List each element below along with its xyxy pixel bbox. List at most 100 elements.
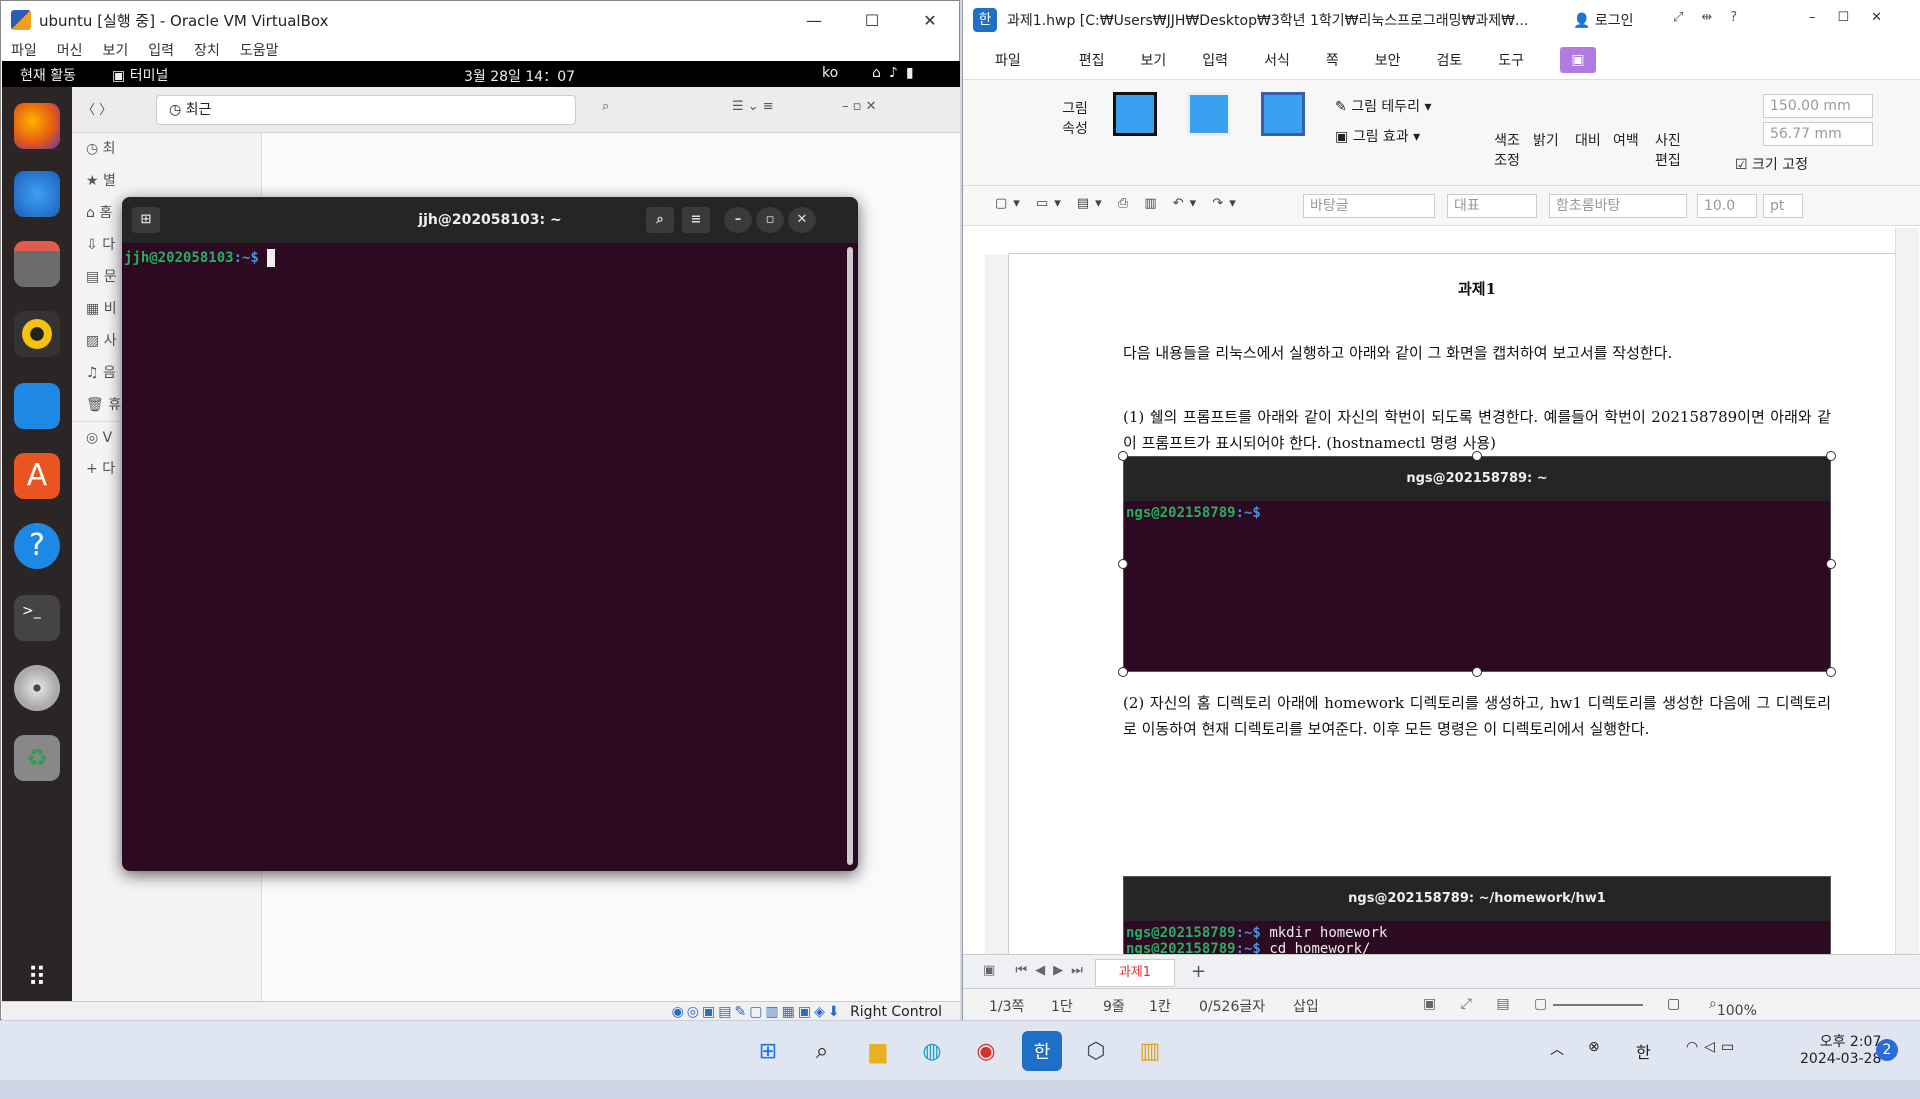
- height-input[interactable]: 56.77 mm: [1763, 122, 1873, 146]
- terminal-window[interactable]: ⊞ jjh@202058103: ~ ⌕ ≡ – ▫ ✕ jjh@2020581…: [122, 197, 858, 871]
- firefox-icon[interactable]: [14, 103, 60, 149]
- font-unit-select[interactable]: pt: [1763, 194, 1803, 218]
- menu-machine[interactable]: 머신: [57, 40, 83, 60]
- terminal-search-icon[interactable]: ⌕: [646, 207, 674, 233]
- zoom-fit-icon[interactable]: ▢: [1667, 996, 1680, 1012]
- picture-tab-icon[interactable]: ▣: [1560, 46, 1597, 73]
- width-input[interactable]: 150.00 mm: [1763, 94, 1873, 118]
- file-tool-icons[interactable]: ▢▾ ▭▾ ▤▾ ⎙ ▥ ↶▾ ↷▾: [995, 196, 1242, 211]
- search-icon[interactable]: ⌕: [602, 99, 609, 114]
- close-icon[interactable]: ✕: [901, 1, 959, 39]
- document-scrollbar[interactable]: [1895, 228, 1919, 954]
- path-bar[interactable]: ◷ 최근: [156, 95, 576, 125]
- resize-handle[interactable]: [1118, 559, 1128, 569]
- menu-devices[interactable]: 장치: [194, 40, 220, 60]
- taskbar-clock[interactable]: 오후 2:07 2024-03-28: [1800, 1031, 1881, 1091]
- file-explorer-icon[interactable]: ▆: [858, 1031, 898, 1071]
- menu-page[interactable]: 쪽: [1326, 50, 1339, 70]
- notification-badge[interactable]: 2: [1876, 1039, 1898, 1061]
- style-select[interactable]: 바탕글: [1303, 194, 1435, 218]
- style-thumbnail[interactable]: [1187, 92, 1231, 136]
- start-icon[interactable]: ⊞: [748, 1031, 788, 1071]
- photo-edit-button[interactable]: 사진 편집: [1655, 130, 1691, 170]
- files-icon[interactable]: [14, 241, 60, 287]
- style-thumbnail[interactable]: [1113, 92, 1157, 136]
- sidebar-item-recent[interactable]: ◷ 최: [72, 133, 261, 165]
- terminal-titlebar[interactable]: ⊞ jjh@202058103: ~ ⌕ ≡ – ▫ ✕: [122, 197, 858, 243]
- sidebar-item-starred[interactable]: ★ 별: [72, 165, 261, 197]
- margin-button[interactable]: 여백: [1613, 130, 1639, 150]
- thunderbird-icon[interactable]: [14, 171, 60, 217]
- tab-document[interactable]: 과제1: [1095, 959, 1175, 987]
- virtualbox-icon[interactable]: ⬡: [1076, 1031, 1116, 1071]
- menu-security[interactable]: 보안: [1375, 50, 1401, 70]
- terminal-scrollbar[interactable]: [847, 247, 853, 865]
- menu-insert[interactable]: 입력: [1202, 50, 1228, 70]
- window-controls[interactable]: – ▫ ✕: [842, 99, 876, 114]
- zoom-level[interactable]: ⌕ 100%: [1709, 996, 1757, 1019]
- font-size-input[interactable]: 10.0: [1697, 194, 1757, 218]
- menu-file[interactable]: 파일: [11, 40, 37, 60]
- tab-nav-icons[interactable]: ▣ ⏮◀▶⏭: [983, 963, 1091, 978]
- hwp-titlebar[interactable]: 한 과제1.hwp [C:₩Users₩JJH₩Desktop₩3학년 1학기₩…: [963, 0, 1920, 40]
- dvd-icon[interactable]: [14, 665, 60, 711]
- menu-edit[interactable]: 편집: [1079, 50, 1105, 70]
- menu-format[interactable]: 서식: [1264, 50, 1290, 70]
- style-thumbnail[interactable]: [1261, 92, 1305, 136]
- activities-button[interactable]: 현재 활동: [20, 65, 76, 85]
- terminal-icon[interactable]: >_: [14, 595, 60, 641]
- login-button[interactable]: 👤 로그인: [1573, 10, 1634, 30]
- vbox-status-icons[interactable]: ◉◎▣▤✎▢▥▦▣◈⬇: [672, 1004, 850, 1020]
- resize-handle[interactable]: [1826, 667, 1836, 677]
- maximize-icon[interactable]: ☐: [843, 1, 901, 39]
- resize-handle[interactable]: [1118, 667, 1128, 677]
- view-mode-icons[interactable]: ▣ ⤢ ▤ ▢: [1423, 996, 1557, 1012]
- terminal-app-menu[interactable]: ▣ 터미널: [112, 65, 168, 85]
- terminal-body[interactable]: jjh@202058103:~$: [122, 243, 858, 273]
- menu-file[interactable]: 파일: [995, 50, 1021, 70]
- show-hidden-icons[interactable]: ︿: [1550, 1039, 1564, 1099]
- menu-input[interactable]: 입력: [148, 40, 174, 60]
- app-center-icon[interactable]: A: [14, 453, 60, 499]
- system-tray-icons[interactable]: ⌂♪▮: [872, 65, 922, 81]
- show-apps-icon[interactable]: ⠿: [14, 955, 60, 1001]
- hancom-icon[interactable]: 한: [1022, 1031, 1062, 1071]
- brightness-button[interactable]: 밝기: [1533, 130, 1559, 150]
- color-adjust-button[interactable]: 색조 조정: [1489, 130, 1525, 170]
- clock[interactable]: 3월 28일 14：07: [464, 66, 575, 86]
- new-tab-icon[interactable]: ⊞: [132, 207, 160, 233]
- menu-view[interactable]: 보기: [1141, 50, 1167, 70]
- font-select[interactable]: 함초롬바탕: [1549, 194, 1687, 218]
- resize-handle[interactable]: [1472, 667, 1482, 677]
- screenshot-prompt[interactable]: ngs@202158789: ~ ngs@202158789:~$: [1123, 456, 1831, 672]
- edge-icon[interactable]: ◍: [912, 1031, 952, 1071]
- picture-border-button[interactable]: ✎ 그림 테두리 ▾: [1335, 96, 1432, 116]
- contrast-button[interactable]: 대비: [1575, 130, 1601, 150]
- input-language[interactable]: ko: [822, 65, 838, 81]
- rep-select[interactable]: 대표: [1447, 194, 1537, 218]
- back-icon[interactable]: 〈 〉: [82, 99, 112, 118]
- resize-handle[interactable]: [1826, 451, 1836, 461]
- tray-app-icon[interactable]: ⊗: [1588, 1039, 1600, 1099]
- minimize-icon[interactable]: –: [724, 207, 752, 233]
- libreoffice-writer-icon[interactable]: [14, 383, 60, 429]
- menu-view[interactable]: 보기: [103, 40, 129, 60]
- terminal-menu-icon[interactable]: ≡: [682, 207, 710, 233]
- ime-indicator[interactable]: 한: [1636, 1039, 1651, 1099]
- chrome-icon[interactable]: ◉: [966, 1031, 1006, 1071]
- zoom-slider[interactable]: [1553, 1004, 1643, 1006]
- add-tab-icon[interactable]: +: [1191, 961, 1206, 982]
- picture-properties-button[interactable]: 그림 속성: [1053, 98, 1097, 138]
- menu-review[interactable]: 검토: [1436, 50, 1462, 70]
- search-icon[interactable]: ⌕: [802, 1031, 842, 1071]
- screenshot-homework[interactable]: ngs@202158789: ~/homework/hw1 ngs@202158…: [1123, 876, 1831, 954]
- network-volume-battery-icons[interactable]: ◠◁▭: [1686, 1039, 1740, 1099]
- picture-effect-button[interactable]: ▣ 그림 효과 ▾: [1335, 126, 1420, 146]
- trash-icon[interactable]: ♻: [14, 735, 60, 781]
- winrar-icon[interactable]: ▥: [1130, 1031, 1170, 1071]
- maximize-icon[interactable]: ▫: [756, 207, 784, 233]
- horizontal-ruler[interactable]: [1009, 228, 1899, 254]
- resize-handle[interactable]: [1472, 451, 1482, 461]
- hwp-window-controls[interactable]: –☐✕: [1809, 10, 1904, 25]
- resize-handle[interactable]: [1826, 559, 1836, 569]
